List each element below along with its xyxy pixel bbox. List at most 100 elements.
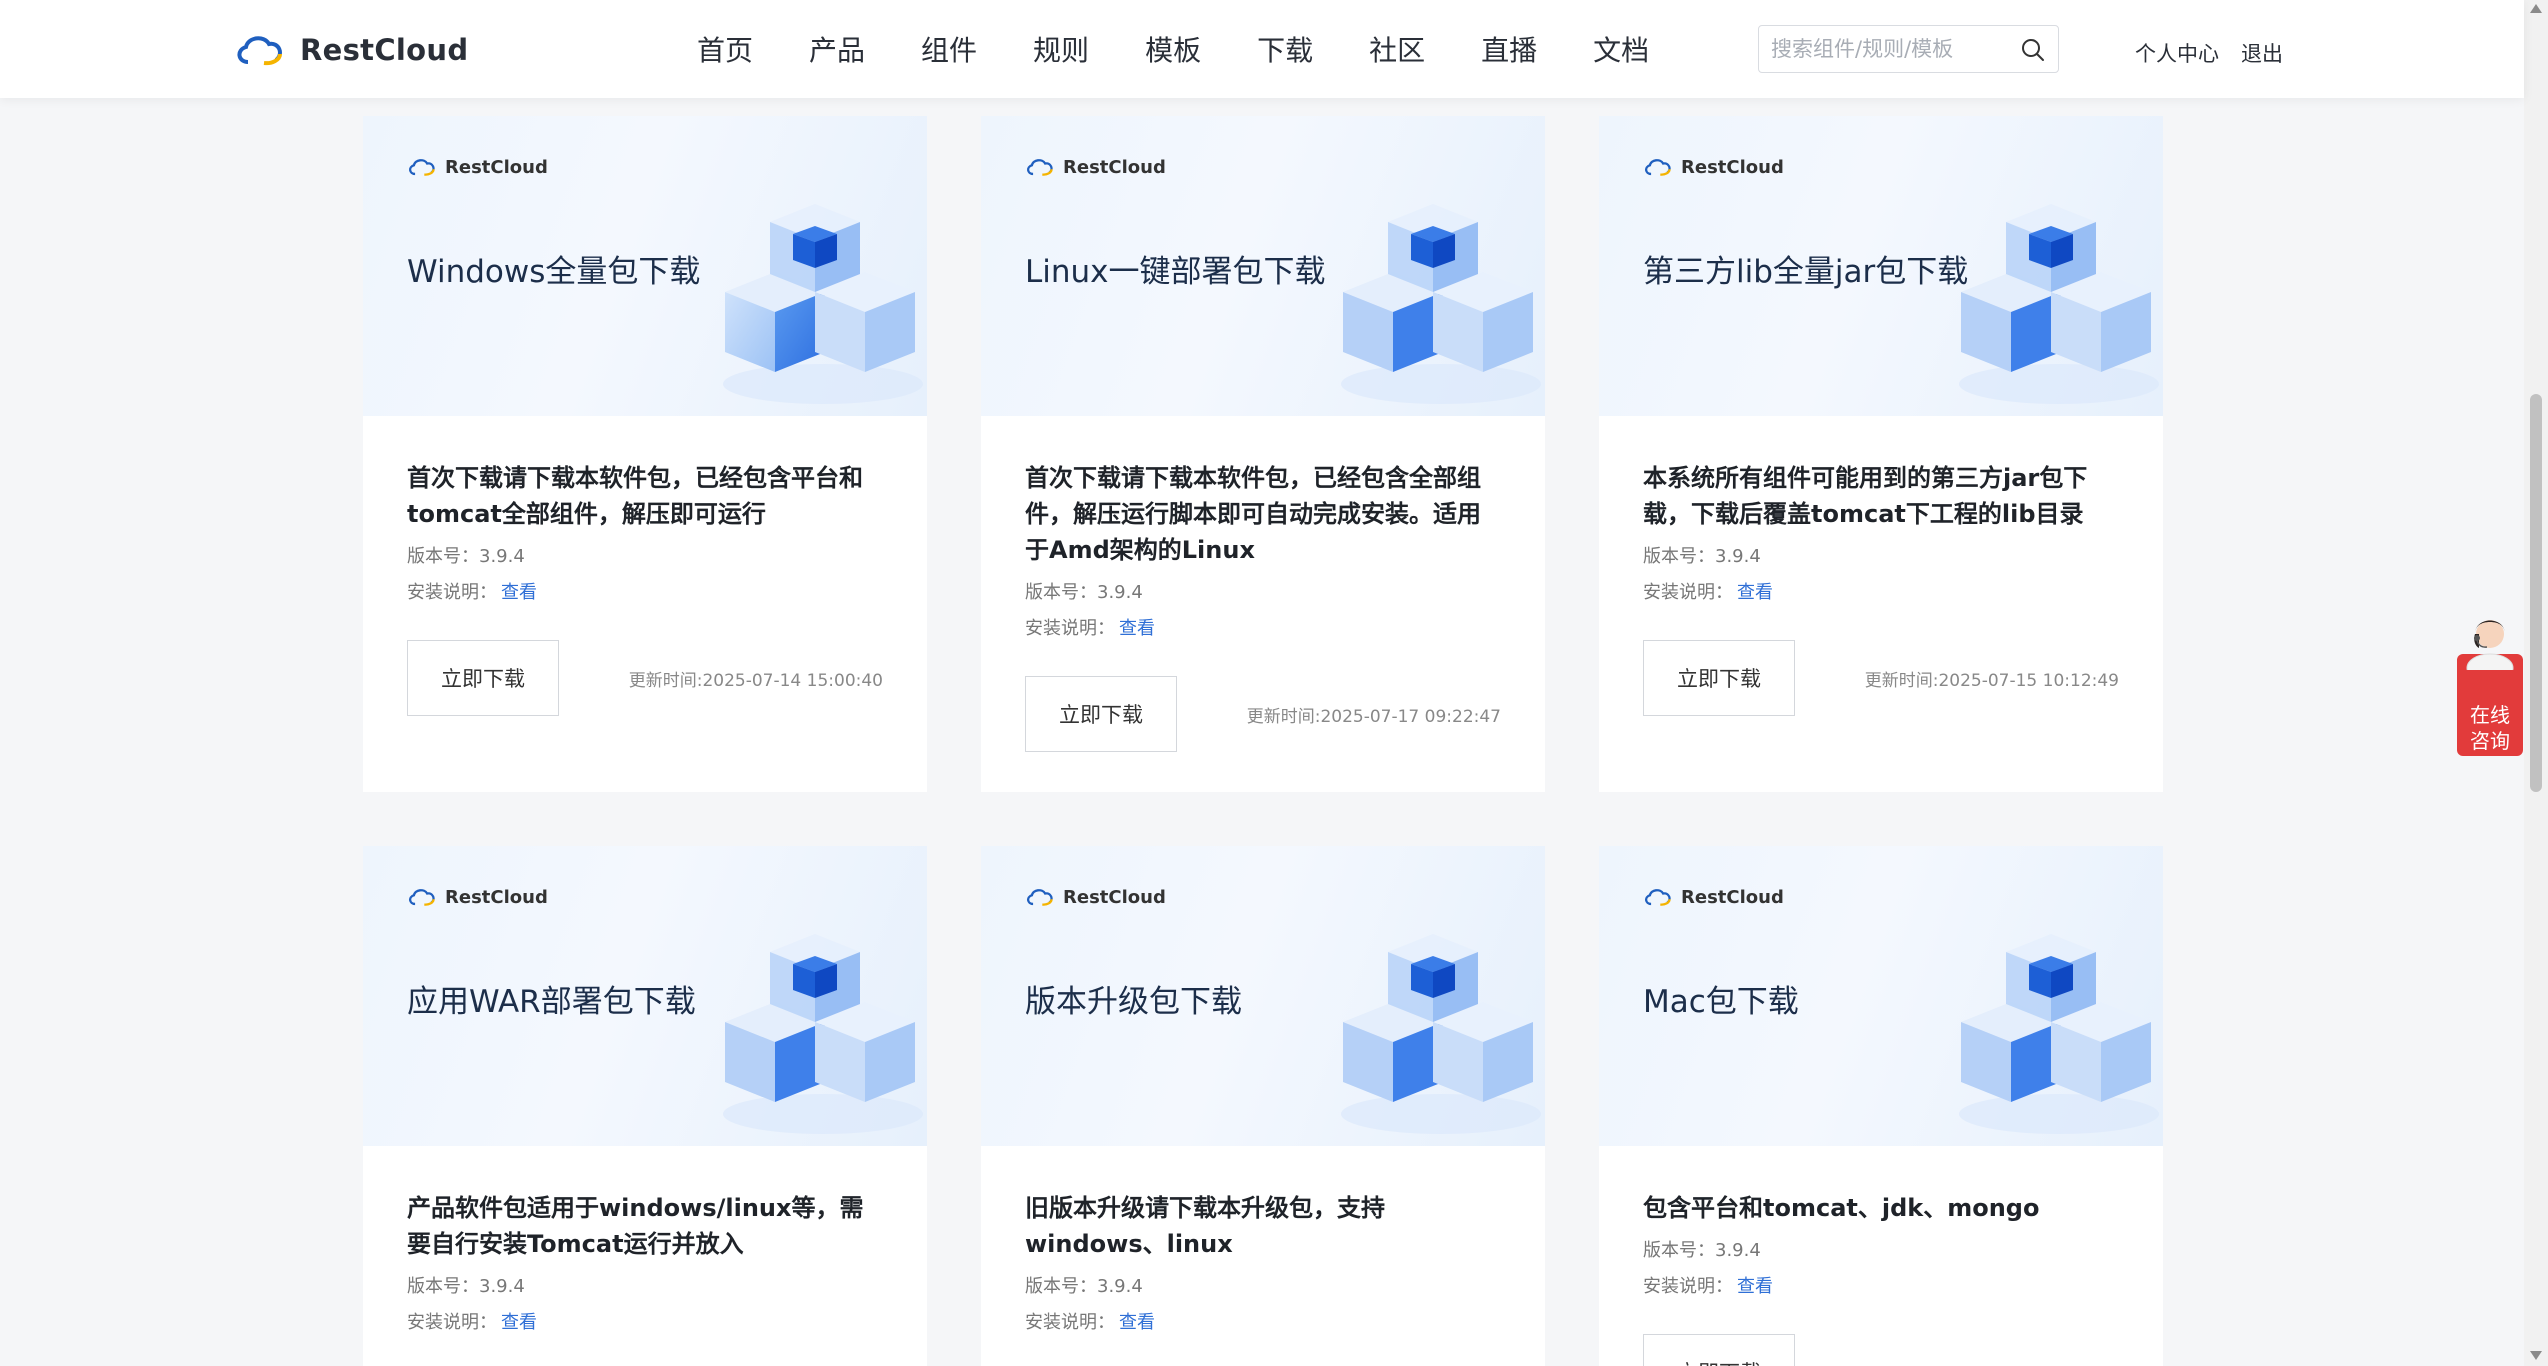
install-view-link[interactable]: 查看 bbox=[1119, 1312, 1155, 1333]
version-row: 版本号：3.9.4 bbox=[1025, 582, 1501, 604]
cubes-illustration-icon bbox=[1959, 204, 2159, 404]
main-nav: 首页 产品 组件 规则 模板 下载 社区 直播 文档 bbox=[697, 0, 1705, 98]
brand-name: RestCloud bbox=[300, 33, 469, 67]
banner-brand: RestCloud bbox=[1643, 156, 1784, 178]
cloud-logo-icon bbox=[1027, 889, 1053, 906]
banner-brand: RestCloud bbox=[1025, 156, 1166, 178]
card-banner: RestCloud Windows全量包下载 bbox=[363, 116, 927, 416]
cubes-illustration-icon bbox=[1959, 934, 2159, 1134]
version-row: 版本号：3.9.4 bbox=[1643, 546, 2119, 568]
version-label: 版本号： bbox=[407, 1276, 479, 1297]
card-banner: RestCloud Mac包下载 bbox=[1599, 846, 2163, 1146]
updated-time: 更新时间:2025-07-17 09:22:47 bbox=[1246, 707, 1501, 727]
nav-item-home[interactable]: 首页 bbox=[697, 29, 753, 69]
download-button[interactable]: 立即下载 bbox=[407, 640, 559, 716]
card-banner: RestCloud Linux一键部署包下载 bbox=[981, 116, 1545, 416]
install-row: 安装说明： 查看 bbox=[1643, 582, 2119, 604]
install-label: 安装说明： bbox=[1025, 1312, 1115, 1333]
cloud-logo-icon bbox=[1645, 889, 1671, 906]
cloud-logo-icon bbox=[237, 36, 282, 66]
version-label: 版本号： bbox=[407, 546, 479, 567]
card-banner: RestCloud 第三方lib全量jar包下载 bbox=[1599, 116, 2163, 416]
install-view-link[interactable]: 查看 bbox=[501, 1312, 537, 1333]
nav-item-community[interactable]: 社区 bbox=[1369, 29, 1425, 69]
scroll-down-icon[interactable] bbox=[2530, 1351, 2542, 1360]
install-label: 安装说明： bbox=[407, 1312, 497, 1333]
version-label: 版本号： bbox=[1025, 1276, 1097, 1297]
chat-label-line1: 在线 bbox=[2470, 703, 2510, 727]
user-center-link[interactable]: 个人中心 bbox=[2135, 38, 2219, 68]
banner-title: 版本升级包下载 bbox=[1025, 984, 1242, 1020]
version-label: 版本号： bbox=[1025, 582, 1097, 603]
brand-logo[interactable]: RestCloud bbox=[234, 28, 468, 72]
download-button[interactable]: 立即下载 bbox=[1643, 640, 1795, 716]
online-consult-widget[interactable]: 在线 咨询 bbox=[2457, 610, 2523, 756]
install-label: 安装说明： bbox=[1643, 582, 1733, 603]
cloud-logo-icon bbox=[1645, 159, 1671, 176]
page-scrollbar[interactable] bbox=[2524, 0, 2548, 1366]
nav-item-rules[interactable]: 规则 bbox=[1033, 29, 1089, 69]
banner-brand-text: RestCloud bbox=[1063, 156, 1166, 178]
scrollbar-thumb[interactable] bbox=[2530, 394, 2542, 792]
cloud-logo-icon bbox=[409, 159, 435, 176]
install-label: 安装说明： bbox=[1025, 618, 1115, 639]
cubes-illustration-icon bbox=[1341, 934, 1541, 1134]
nav-item-docs[interactable]: 文档 bbox=[1593, 29, 1649, 69]
install-row: 安装说明： 查看 bbox=[407, 582, 883, 604]
support-agent-icon bbox=[2466, 620, 2514, 670]
logout-link[interactable]: 退出 bbox=[2241, 38, 2283, 68]
card-description: 产品软件包适用于windows/linux等，需要自行安装Tomcat运行并放入 bbox=[407, 1194, 864, 1258]
nav-item-products[interactable]: 产品 bbox=[809, 29, 865, 69]
install-label: 安装说明： bbox=[1643, 1276, 1733, 1297]
download-card-mac: RestCloud Mac包下载 包含平台和tomcat、jdk、mongo 版… bbox=[1599, 846, 2163, 1366]
nav-item-components[interactable]: 组件 bbox=[921, 29, 977, 69]
banner-brand: RestCloud bbox=[407, 886, 548, 908]
card-description: 本系统所有组件可能用到的第三方jar包下载，下载后覆盖tomcat下工程的lib… bbox=[1643, 464, 2088, 528]
card-description: 首次下载请下载本软件包，已经包含全部组件，解压运行脚本即可自动完成安装。适用于A… bbox=[1025, 464, 1481, 564]
download-card-linux: RestCloud Linux一键部署包下载 首次下载请下载本软件包，已经包含全 bbox=[981, 116, 1545, 792]
banner-title: Mac包下载 bbox=[1643, 984, 1799, 1020]
banner-brand-text: RestCloud bbox=[445, 886, 548, 908]
download-card-war: RestCloud 应用WAR部署包下载 产品软件包适用于windows/lin bbox=[363, 846, 927, 1366]
download-card-upgrade: RestCloud 版本升级包下载 旧版本升级请下载本升级包，支持windows bbox=[981, 846, 1545, 1366]
version-label: 版本号： bbox=[1643, 1240, 1715, 1261]
version-value: 3.9.4 bbox=[1097, 1276, 1143, 1297]
nav-item-live[interactable]: 直播 bbox=[1481, 29, 1537, 69]
banner-brand-text: RestCloud bbox=[1681, 156, 1784, 178]
version-row: 版本号：3.9.4 bbox=[407, 1276, 883, 1298]
version-value: 3.9.4 bbox=[1715, 1240, 1761, 1261]
card-banner: RestCloud 版本升级包下载 bbox=[981, 846, 1545, 1146]
search-icon[interactable] bbox=[2020, 37, 2046, 63]
version-label: 版本号： bbox=[1643, 546, 1715, 567]
install-view-link[interactable]: 查看 bbox=[1119, 618, 1155, 639]
download-card-jar: RestCloud 第三方lib全量jar包下载 本系统所有组件可能用到的第三方 bbox=[1599, 116, 2163, 792]
search-input[interactable] bbox=[1771, 37, 2011, 61]
banner-brand: RestCloud bbox=[1025, 886, 1166, 908]
install-label: 安装说明： bbox=[407, 582, 497, 603]
card-description: 包含平台和tomcat、jdk、mongo bbox=[1643, 1194, 2040, 1222]
version-row: 版本号：3.9.4 bbox=[1643, 1240, 2119, 1262]
version-value: 3.9.4 bbox=[479, 546, 525, 567]
version-row: 版本号：3.9.4 bbox=[1025, 1276, 1501, 1298]
updated-time: 更新时间:2025-07-15 10:12:49 bbox=[1864, 671, 2119, 691]
download-button[interactable]: 立即下载 bbox=[1643, 1334, 1795, 1366]
install-view-link[interactable]: 查看 bbox=[1737, 582, 1773, 603]
install-view-link[interactable]: 查看 bbox=[1737, 1276, 1773, 1297]
nav-item-download[interactable]: 下载 bbox=[1257, 29, 1313, 69]
version-row: 版本号：3.9.4 bbox=[407, 546, 883, 568]
scroll-up-icon[interactable] bbox=[2530, 4, 2542, 13]
banner-brand-text: RestCloud bbox=[445, 156, 548, 178]
user-links: 个人中心 退出 bbox=[2135, 38, 2283, 68]
banner-brand: RestCloud bbox=[407, 156, 548, 178]
download-button[interactable]: 立即下载 bbox=[1025, 676, 1177, 752]
nav-item-templates[interactable]: 模板 bbox=[1145, 29, 1201, 69]
card-description: 首次下载请下载本软件包，已经包含平台和tomcat全部组件，解压即可运行 bbox=[407, 464, 863, 528]
cloud-logo-icon bbox=[409, 889, 435, 906]
banner-title: Windows全量包下载 bbox=[407, 254, 701, 290]
banner-brand-text: RestCloud bbox=[1681, 886, 1784, 908]
cubes-illustration-icon bbox=[1341, 204, 1541, 404]
banner-brand-text: RestCloud bbox=[1063, 886, 1166, 908]
download-card-grid: RestCloud Windows全量包下载 首次下载请下载本软件包，已经包含平… bbox=[0, 0, 2524, 1366]
cubes-illustration-icon bbox=[723, 934, 923, 1134]
install-view-link[interactable]: 查看 bbox=[501, 582, 537, 603]
